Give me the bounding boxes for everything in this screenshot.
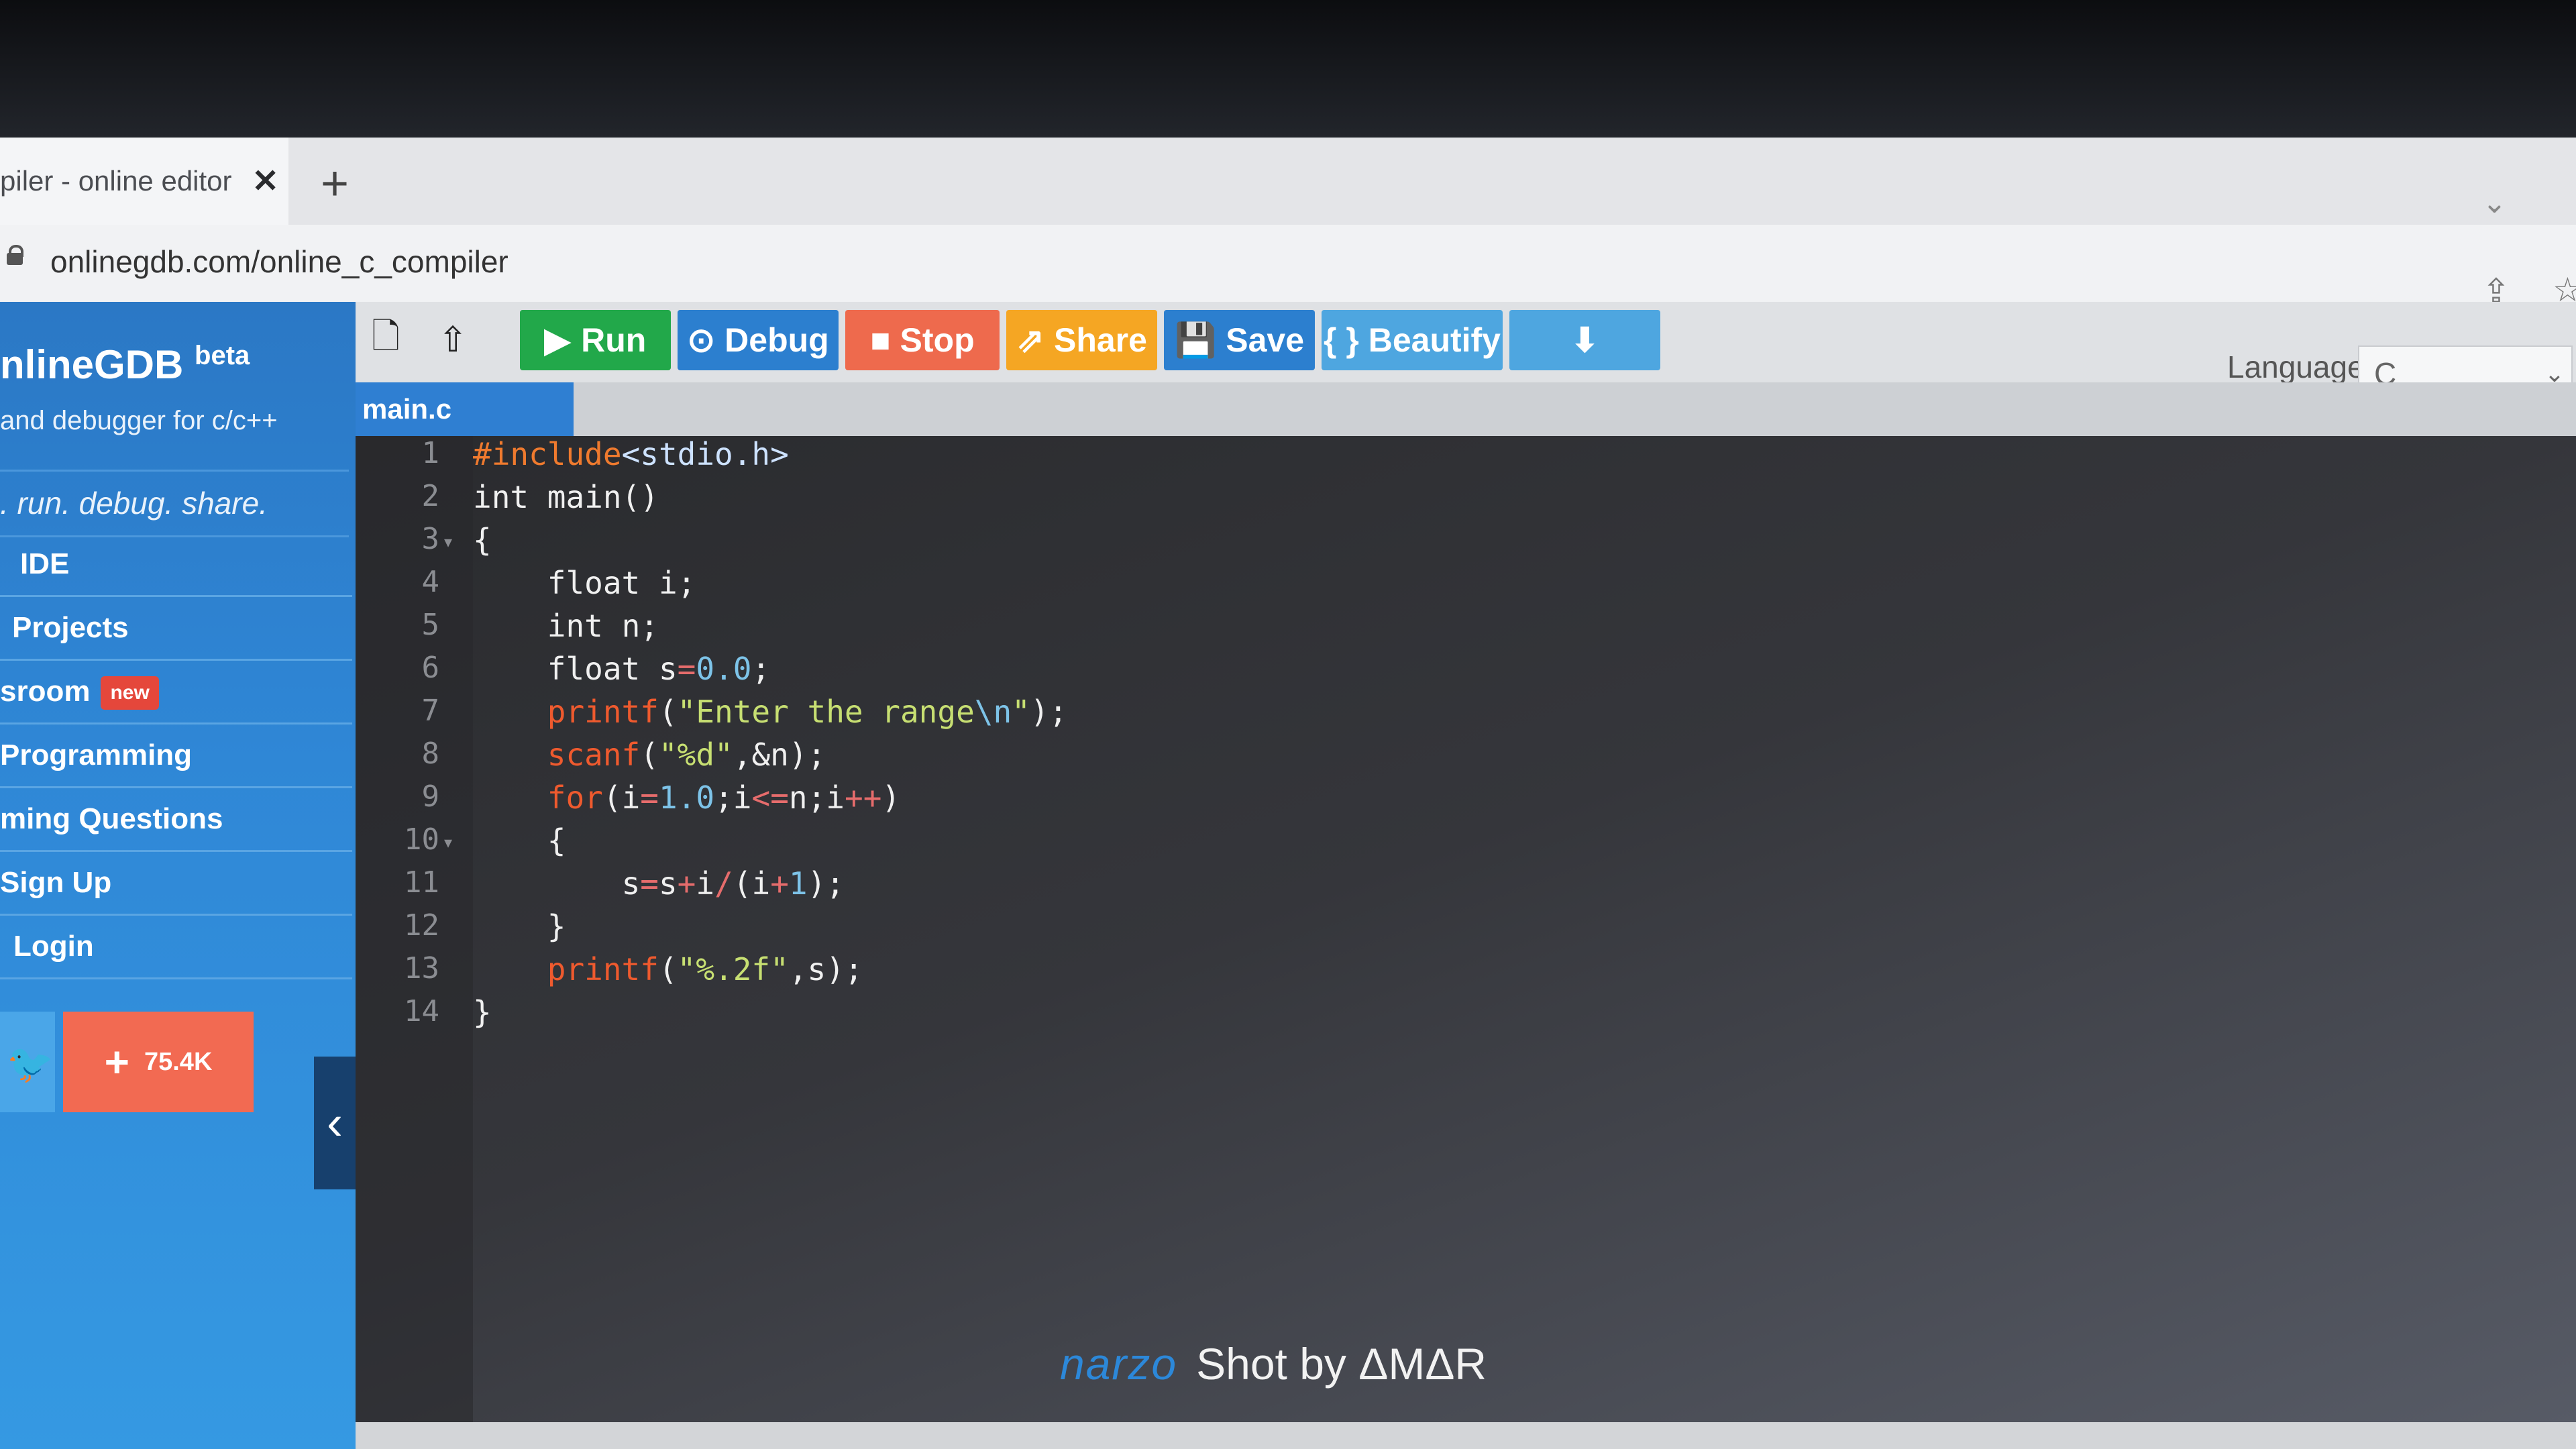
sidebar-item-programming[interactable]: Programming <box>0 724 352 788</box>
line-number: 9 <box>421 780 440 814</box>
tab-title: piler - online editor <box>0 165 232 197</box>
address-bar[interactable]: onlinegdb.com/online_c_compiler ⇪ ☆ <box>0 225 2576 310</box>
monitor-bezel <box>0 0 2576 138</box>
line-number: 5 <box>421 608 440 642</box>
code-line[interactable]: float s=0.0; <box>473 651 770 687</box>
watermark-text: Shot by ΔMΔR <box>1196 1339 1487 1389</box>
line-number: 1 <box>421 436 440 470</box>
browser-tab-bar: piler - online editor ✕ + ⌄ <box>0 138 2576 225</box>
share-button[interactable]: ⇗ Share <box>1006 310 1157 370</box>
editor-toolbar: 🗋 ⇧ ▶ Run ⊙ Debug ■ Stop ⇗ Share 💾 Save { } B… <box>356 302 2576 399</box>
line-number: 8 <box>421 737 440 771</box>
watermark-brand: narzo <box>1060 1339 1178 1389</box>
new-file-icon[interactable]: 🗋 <box>356 310 416 370</box>
social-row: 🐦 +75.4K <box>0 1012 356 1112</box>
code-line[interactable]: { <box>473 822 566 859</box>
sidebar-item-login[interactable]: Login <box>0 916 352 979</box>
sidebar-item-classroom[interactable]: sroom new <box>0 661 352 724</box>
beautify-button[interactable]: { } Beautify <box>1322 310 1503 370</box>
follow-count: 75.4K <box>144 1047 213 1076</box>
brand-logo[interactable]: nlineGDB beta <box>0 341 250 388</box>
camera-watermark: narzo Shot by ΔMΔR <box>1060 1338 1487 1389</box>
line-number: 10 <box>404 822 439 857</box>
code-line[interactable]: } <box>473 994 492 1030</box>
language-label: Language <box>2227 350 2365 384</box>
file-tab-bar: main.c <box>356 382 2576 436</box>
code-line[interactable]: printf("%.2f",s); <box>473 951 863 987</box>
download-icon: ⬇ <box>1570 321 1599 359</box>
status-strip <box>356 1422 2576 1449</box>
line-number: 3 <box>421 522 440 556</box>
line-number: 7 <box>421 694 440 728</box>
sidebar-item-projects[interactable]: Projects <box>0 597 352 661</box>
lock-icon <box>7 245 23 265</box>
beta-label: beta <box>195 341 250 370</box>
code-line[interactable]: printf("Enter the range\n"); <box>473 694 1067 730</box>
twitter-button[interactable]: 🐦 <box>0 1012 55 1112</box>
stop-icon: ■ <box>870 321 891 359</box>
stop-button[interactable]: ■ Stop <box>845 310 1000 370</box>
new-tab-button[interactable]: + <box>321 156 349 211</box>
line-number: 2 <box>421 479 440 513</box>
line-number: 4 <box>421 565 440 599</box>
code-line[interactable]: for(i=1.0;i<=n;i++) <box>473 780 900 816</box>
code-line[interactable]: s=s+i/(i+1); <box>473 865 845 902</box>
brand-tagline: and debugger for c/c++ <box>0 406 278 435</box>
tab-list-chevron-icon[interactable]: ⌄ <box>2482 186 2507 220</box>
sidebar-collapse-button[interactable]: ‹ <box>314 1057 356 1189</box>
line-number: 14 <box>404 994 439 1028</box>
share-icon: ⇗ <box>1016 321 1044 359</box>
line-number: 6 <box>421 651 440 685</box>
run-button[interactable]: ▶ Run <box>520 310 671 370</box>
tab-close-icon[interactable]: ✕ <box>252 162 279 200</box>
code-line[interactable]: scanf("%d",&n); <box>473 737 826 773</box>
play-icon: ▶ <box>544 321 571 359</box>
download-button[interactable]: ⬇ <box>1509 310 1660 370</box>
code-line[interactable]: } <box>473 908 566 945</box>
url-text[interactable]: onlinegdb.com/online_c_compiler <box>50 244 508 280</box>
code-line[interactable]: float i; <box>473 565 696 601</box>
browser-tab[interactable]: piler - online editor ✕ <box>0 138 288 225</box>
code-editor[interactable]: 1 2 3 4 5 6 7 8 9 10 11 12 13 14 ▾ ▾ #in… <box>356 436 2576 1422</box>
line-number: 11 <box>404 865 439 900</box>
sidebar-item-programming-questions[interactable]: ming Questions <box>0 788 352 852</box>
sidebar-item-ide[interactable]: IDE <box>0 533 352 597</box>
follow-button[interactable]: +75.4K <box>63 1012 254 1112</box>
brand-motto: . run. debug. share. <box>0 470 349 537</box>
code-line[interactable]: int main() <box>473 479 659 515</box>
file-tab-main-c[interactable]: main.c <box>356 382 574 436</box>
sidebar: nlineGDB beta and debugger for c/c++ . r… <box>0 302 356 1449</box>
plus-icon: + <box>104 1038 129 1086</box>
new-badge: new <box>101 676 159 710</box>
code-line[interactable]: #include<stdio.h> <box>473 436 789 472</box>
line-number: 12 <box>404 908 439 943</box>
debug-icon: ⊙ <box>687 321 716 359</box>
code-line[interactable]: { <box>473 522 492 558</box>
save-button[interactable]: 💾 Save <box>1164 310 1315 370</box>
upload-icon[interactable]: ⇧ <box>423 310 483 370</box>
twitter-icon: 🐦 <box>7 1042 54 1085</box>
sidebar-item-sign-up[interactable]: Sign Up <box>0 852 352 916</box>
code-line[interactable]: int n; <box>473 608 659 644</box>
line-number: 13 <box>404 951 439 985</box>
debug-button[interactable]: ⊙ Debug <box>678 310 839 370</box>
fold-arrow-icon[interactable]: ▾ <box>444 833 452 853</box>
fold-arrow-icon[interactable]: ▾ <box>444 533 452 552</box>
floppy-icon: 💾 <box>1174 321 1217 359</box>
